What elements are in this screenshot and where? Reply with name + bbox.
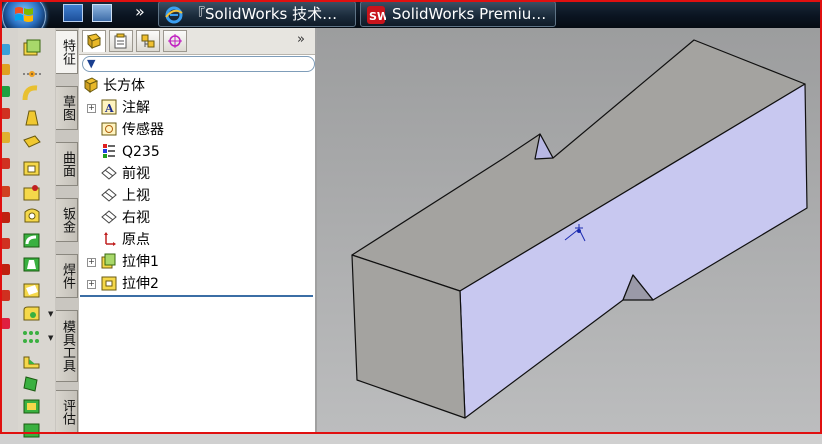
tab-property-manager[interactable] [109,30,133,52]
boundary-cut-button[interactable] [21,280,43,300]
draft-button[interactable] [21,374,43,394]
taskbar-item-label: SolidWorks Premiu… [392,5,547,23]
property-manager-icon [114,33,127,49]
taskbar-item-label: 『SolidWorks 技术… [190,5,338,23]
command-manager-tabs: 特征 草图 曲面 钣金 焊件 模具工具 评估 [55,28,79,434]
wrap-button[interactable] [21,420,43,440]
windows-logo-icon [15,7,33,22]
tree-item-label: 拉伸2 [122,276,159,292]
quicklaunch-overflow[interactable]: » [135,2,145,21]
taskbar-item-browser[interactable]: 『SolidWorks 技术… [158,1,356,27]
tool-icon[interactable] [1,212,10,223]
tab-weldments[interactable]: 焊件 [56,254,78,298]
features-toolbar: ▼ ▼ [18,28,56,438]
tree-item-label: 前视 [122,166,150,182]
tab-evaluate[interactable]: 评估 [56,390,78,434]
tool-icon[interactable] [1,318,10,329]
origin-icon [104,232,116,246]
tree-item-label: 拉伸1 [122,254,159,270]
solidworks-icon: SW [367,6,386,24]
dimxpert-icon [168,34,182,48]
shell-button[interactable] [21,396,43,416]
tab-features[interactable]: 特征 [56,30,78,74]
tab-sheet-metal[interactable]: 钣金 [56,198,78,242]
feature-manager-tabs: » [79,28,315,55]
loft-button[interactable] [21,108,43,128]
tool-icon[interactable] [1,86,10,97]
boundary-button[interactable] [21,132,43,152]
feature-tree-filter-input[interactable]: ▼ [82,56,315,72]
hole-wizard-button[interactable] [21,182,43,202]
tab-sketch[interactable]: 草图 [56,86,78,130]
rib-button[interactable] [21,352,43,372]
funnel-icon: ▼ [87,57,96,70]
rollback-bar[interactable] [80,295,313,297]
extrude-cut-icon [101,276,117,291]
tree-item-label: 长方体 [103,78,145,94]
svg-text:A: A [104,102,114,115]
plane-icon [101,166,117,180]
taskbar: » 『SolidWorks 技术… SW SolidWorks Premiu… [0,0,822,38]
plane-icon [101,188,117,202]
expand-panel-button[interactable]: » [297,32,305,47]
tab-mold-tools[interactable]: 模具工具 [56,310,78,382]
left-command-strip [0,28,18,434]
show-desktop-icon[interactable] [63,4,83,22]
extruded-boss-button[interactable] [21,38,43,58]
swept-cut-button[interactable] [21,230,43,250]
tree-item-label: 右视 [122,210,150,226]
tree-item-label: 上视 [122,188,150,204]
feature-manager-panel: » ▼ 长方体 + A 注解 传感器 Q235 前视 上视 右视 原点 + 拉伸… [79,28,317,434]
tree-item-label: 传感器 [122,122,164,138]
tab-feature-tree[interactable] [82,30,106,52]
sweep-button[interactable] [21,84,43,104]
extruded-cut-button[interactable] [21,158,43,178]
sensor-icon [101,122,117,136]
tab-dimxpert-manager[interactable] [163,30,187,52]
dropdown-arrow-icon[interactable]: ▼ [48,310,53,318]
expand-toggle[interactable]: + [87,104,96,113]
tab-surfaces[interactable]: 曲面 [56,142,78,186]
dropdown-arrow-icon[interactable]: ▼ [48,334,53,342]
revolve-button[interactable] [21,64,43,84]
lofted-cut-button[interactable] [21,254,43,274]
tree-item-label: Q235 [122,144,160,160]
linear-pattern-button[interactable]: ▼ [21,328,53,348]
switch-windows-icon[interactable] [92,4,112,22]
tool-icon[interactable] [1,290,10,301]
plane-icon [101,210,117,224]
ie-icon [165,6,183,24]
tree-item-label: 原点 [122,232,150,248]
tool-icon[interactable] [1,132,10,143]
expand-toggle[interactable]: + [87,258,96,267]
graphics-viewport[interactable] [317,28,822,434]
taskbar-item-solidworks[interactable]: SW SolidWorks Premiu… [360,1,556,27]
fillet-button[interactable]: ▼ [21,304,53,324]
revolved-cut-button[interactable] [21,206,43,226]
model-view[interactable] [317,28,822,434]
tool-icon[interactable] [1,108,10,119]
tab-configuration-manager[interactable] [136,30,160,52]
feature-tree-icon [87,33,101,49]
tool-icon[interactable] [1,264,10,275]
part-icon [83,77,99,93]
extrude-icon [101,253,116,269]
tool-icon[interactable] [1,64,10,75]
svg-text:SW: SW [369,10,386,23]
tool-icon[interactable] [1,186,10,197]
tool-icon[interactable] [1,44,10,55]
tool-icon[interactable] [1,158,10,169]
annotations-icon: A [101,99,117,115]
tree-item-label: 注解 [122,100,150,116]
material-icon [103,144,115,158]
configuration-manager-icon [141,34,155,48]
expand-toggle[interactable]: + [87,280,96,289]
tool-icon[interactable] [1,238,10,249]
